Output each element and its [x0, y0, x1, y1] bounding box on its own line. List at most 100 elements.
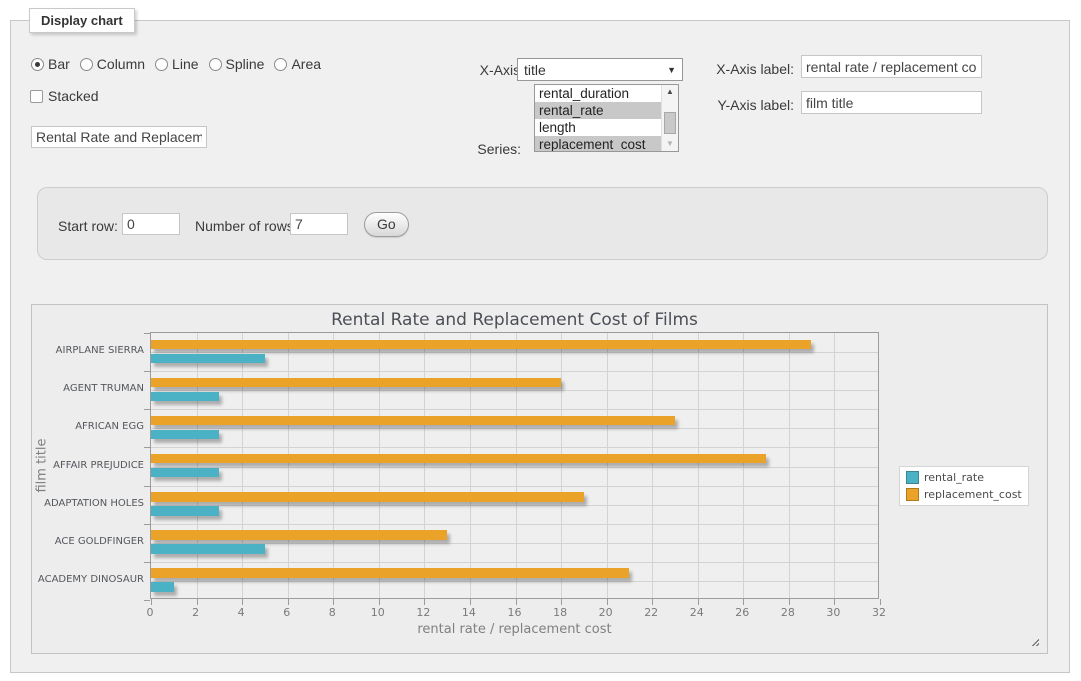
- gridline-y: [151, 562, 878, 563]
- x-tick-mark: [470, 599, 471, 605]
- bar-replacement_cost: [151, 378, 561, 388]
- gridline-y: [151, 428, 878, 429]
- x-tick-label: 2: [192, 606, 199, 619]
- x-tick-label: 24: [690, 606, 704, 619]
- bar-rental_rate: [151, 392, 219, 402]
- resize-grip-icon[interactable]: [1029, 636, 1039, 646]
- chart-type-option-spline[interactable]: Spline: [209, 56, 265, 72]
- category-label: ADAPTATION HOLES: [34, 498, 144, 510]
- radio-icon[interactable]: [155, 58, 168, 71]
- gridline-x: [470, 333, 471, 598]
- gridline-x: [743, 333, 744, 598]
- bar-rental_rate: [151, 544, 265, 554]
- category-label: ACE GOLDFINGER: [34, 536, 144, 548]
- gridline-x: [607, 333, 608, 598]
- gridline-y: [151, 505, 878, 506]
- y-tick-mark: [144, 447, 150, 448]
- y-tick-mark: [144, 371, 150, 372]
- category-label: AGENT TRUMAN: [34, 383, 144, 395]
- x-tick-label: 30: [826, 606, 840, 619]
- x-tick-label: 0: [147, 606, 154, 619]
- x-tick-label: 4: [238, 606, 245, 619]
- plot-area: [150, 332, 879, 599]
- display-chart-fieldset: Display chart BarColumnLineSplineArea St…: [10, 20, 1070, 673]
- x-tick-mark: [652, 599, 653, 605]
- category-label: AFFAIR PREJUDICE: [34, 460, 144, 472]
- page: Display chart BarColumnLineSplineArea St…: [0, 0, 1081, 681]
- x-axis-label-label: X-Axis label:: [701, 61, 794, 77]
- series-listbox[interactable]: rental_durationrental_ratelengthreplacem…: [534, 84, 679, 152]
- radio-icon[interactable]: [209, 58, 222, 71]
- x-tick-label: 18: [553, 606, 567, 619]
- x-tick-label: 14: [462, 606, 476, 619]
- bar-replacement_cost: [151, 530, 447, 540]
- gridline-y: [151, 390, 878, 391]
- stacked-checkbox-row[interactable]: Stacked: [30, 88, 99, 104]
- gridline-y: [151, 524, 878, 525]
- chart-type-option-column[interactable]: Column: [80, 56, 145, 72]
- gridline-y: [151, 581, 878, 582]
- x-axis-select[interactable]: title ▼: [517, 58, 683, 81]
- radio-icon[interactable]: [80, 58, 93, 71]
- y-tick-mark: [144, 486, 150, 487]
- gridline-x: [197, 333, 198, 598]
- gridline-y: [151, 447, 878, 448]
- gridline-y: [151, 486, 878, 487]
- x-tick-mark: [698, 599, 699, 605]
- series-option-length[interactable]: length: [535, 119, 663, 136]
- x-tick-mark: [333, 599, 334, 605]
- scroll-up-icon[interactable]: ▲: [662, 85, 678, 99]
- x-tick-label: 8: [329, 606, 336, 619]
- bar-rental_rate: [151, 468, 219, 478]
- y-tick-mark: [144, 524, 150, 525]
- bar-rental_rate: [151, 582, 174, 592]
- stacked-checkbox[interactable]: [30, 90, 43, 103]
- x-tick-label: 32: [872, 606, 886, 619]
- stacked-label: Stacked: [48, 88, 99, 104]
- bar-replacement_cost: [151, 492, 584, 502]
- start-row-input[interactable]: [122, 213, 180, 235]
- gridline-y: [151, 409, 878, 410]
- go-button[interactable]: Go: [364, 212, 409, 237]
- gridline-x: [288, 333, 289, 598]
- x-tick-mark: [880, 599, 881, 605]
- y-axis-label-label: Y-Axis label:: [701, 97, 794, 113]
- number-of-rows-label: Number of rows:: [195, 218, 298, 234]
- chart-title: Rental Rate and Replacement Cost of Film…: [150, 310, 879, 330]
- legend-swatch: [906, 488, 919, 501]
- x-tick-mark: [197, 599, 198, 605]
- radio-label: Column: [97, 56, 145, 72]
- legend-label: rental_rate: [924, 471, 984, 484]
- listbox-scrollbar[interactable]: ▲ ▼: [661, 85, 678, 151]
- series-option-rental_duration[interactable]: rental_duration: [535, 85, 663, 102]
- bar-rental_rate: [151, 506, 219, 516]
- series-options: rental_durationrental_ratelengthreplacem…: [535, 85, 678, 152]
- y-axis-label-input[interactable]: [801, 91, 982, 114]
- x-axis-title: rental rate / replacement cost: [150, 622, 879, 637]
- chart-type-option-area[interactable]: Area: [274, 56, 321, 72]
- x-axis-label-input[interactable]: [801, 55, 982, 78]
- radio-icon[interactable]: [31, 58, 44, 71]
- x-axis-selected-value: title: [524, 62, 546, 78]
- chart-type-option-line[interactable]: Line: [155, 56, 198, 72]
- gridline-x: [789, 333, 790, 598]
- gridline-x: [698, 333, 699, 598]
- y-tick-mark: [144, 409, 150, 410]
- scrollbar-thumb[interactable]: [664, 112, 676, 134]
- x-tick-label: 10: [371, 606, 385, 619]
- chart-title-input[interactable]: [31, 126, 207, 148]
- row-range-box: Start row: Number of rows: Go: [37, 187, 1048, 260]
- chart-type-option-bar[interactable]: Bar: [31, 56, 70, 72]
- series-option-replacement_cost[interactable]: replacement_cost: [535, 136, 663, 152]
- x-tick-mark: [743, 599, 744, 605]
- gridline-x: [379, 333, 380, 598]
- x-tick-label: 12: [416, 606, 430, 619]
- scroll-down-icon[interactable]: ▼: [662, 137, 678, 151]
- x-axis-select-label: X-Axis:: [436, 62, 524, 78]
- x-tick-label: 6: [283, 606, 290, 619]
- legend-label: replacement_cost: [924, 488, 1022, 501]
- series-option-rental_rate[interactable]: rental_rate: [535, 102, 663, 119]
- radio-icon[interactable]: [274, 58, 287, 71]
- start-row-label: Start row:: [58, 218, 118, 234]
- number-of-rows-input[interactable]: [290, 213, 348, 235]
